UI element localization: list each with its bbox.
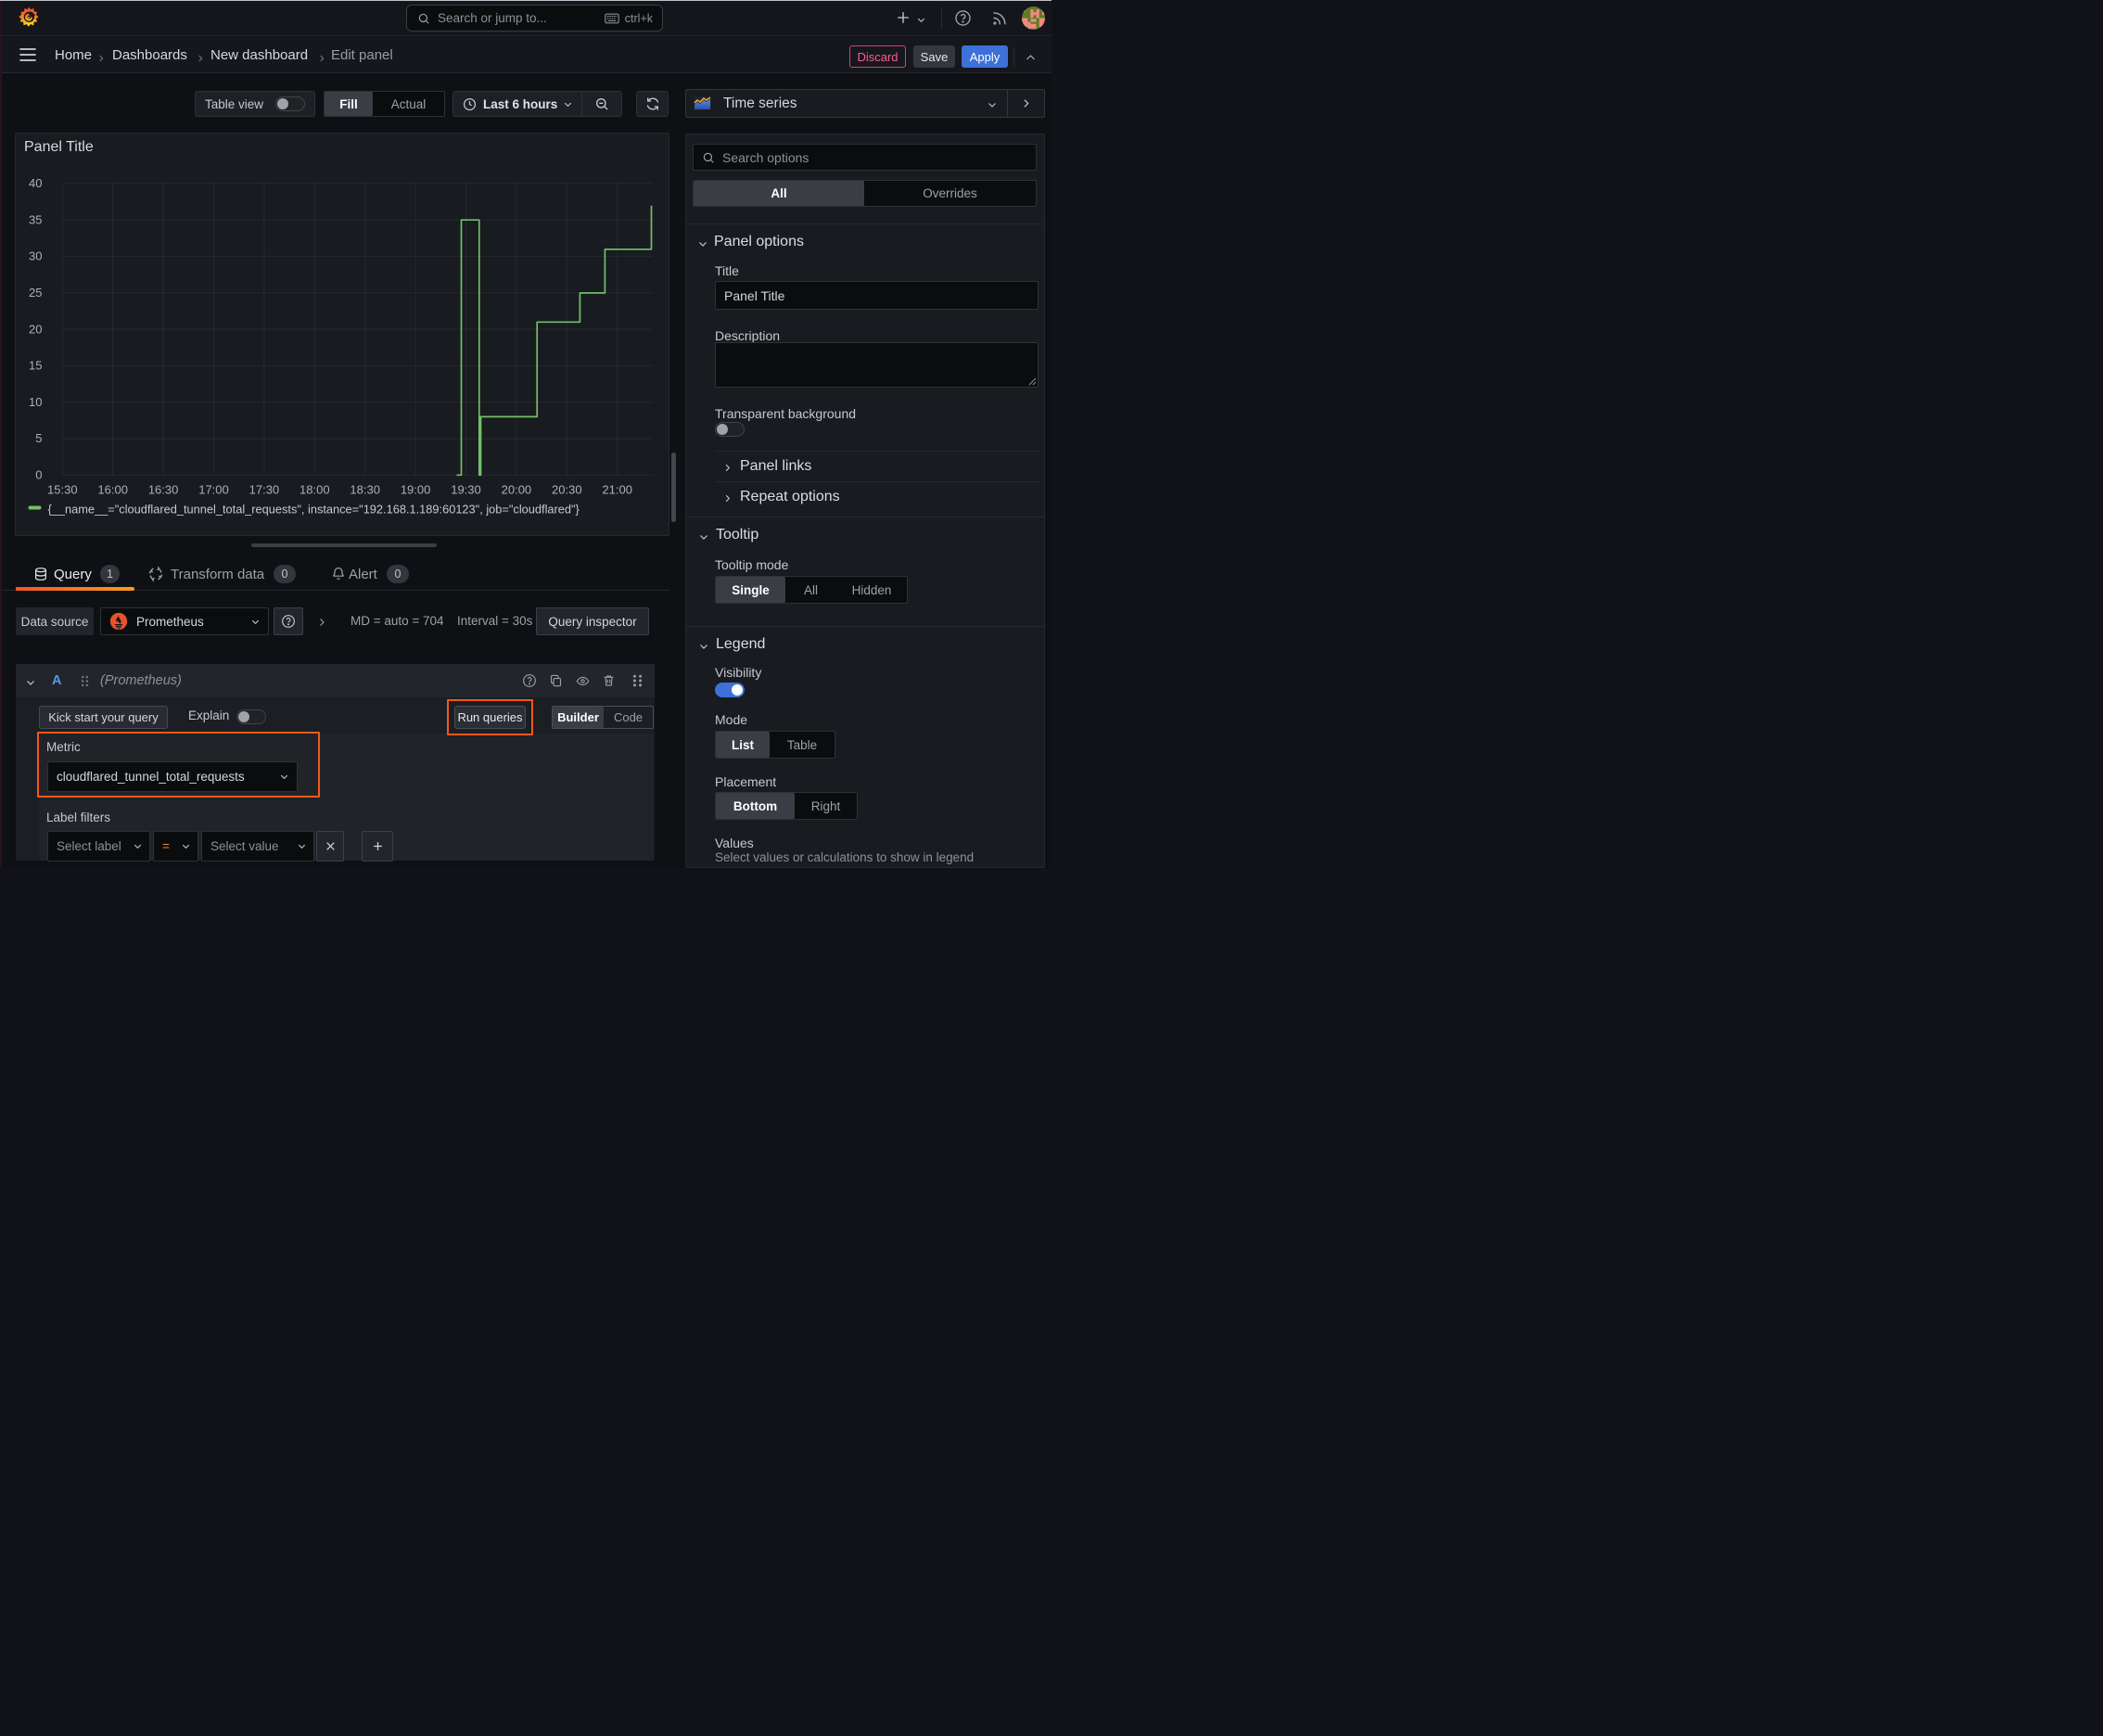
- svg-text:25: 25: [29, 286, 42, 300]
- svg-text:16:00: 16:00: [97, 483, 128, 497]
- svg-text:20:30: 20:30: [552, 483, 582, 497]
- svg-text:{__name__="cloudflared_tunnel_: {__name__="cloudflared_tunnel_total_requ…: [48, 503, 580, 517]
- svg-text:20: 20: [29, 322, 42, 336]
- svg-text:18:00: 18:00: [300, 483, 330, 497]
- svg-text:17:30: 17:30: [249, 483, 280, 497]
- svg-text:10: 10: [29, 395, 42, 409]
- svg-text:21:00: 21:00: [602, 483, 632, 497]
- svg-text:20:00: 20:00: [502, 483, 532, 497]
- svg-text:19:00: 19:00: [401, 483, 431, 497]
- svg-text:17:00: 17:00: [198, 483, 229, 497]
- svg-text:16:30: 16:30: [148, 483, 179, 497]
- svg-text:35: 35: [29, 212, 42, 226]
- svg-text:18:30: 18:30: [350, 483, 380, 497]
- svg-text:5: 5: [35, 431, 42, 445]
- svg-text:40: 40: [29, 176, 42, 190]
- svg-text:30: 30: [29, 249, 42, 263]
- svg-text:0: 0: [35, 468, 42, 482]
- svg-text:15:30: 15:30: [47, 483, 78, 497]
- svg-text:15: 15: [29, 359, 42, 373]
- svg-text:19:30: 19:30: [451, 483, 481, 497]
